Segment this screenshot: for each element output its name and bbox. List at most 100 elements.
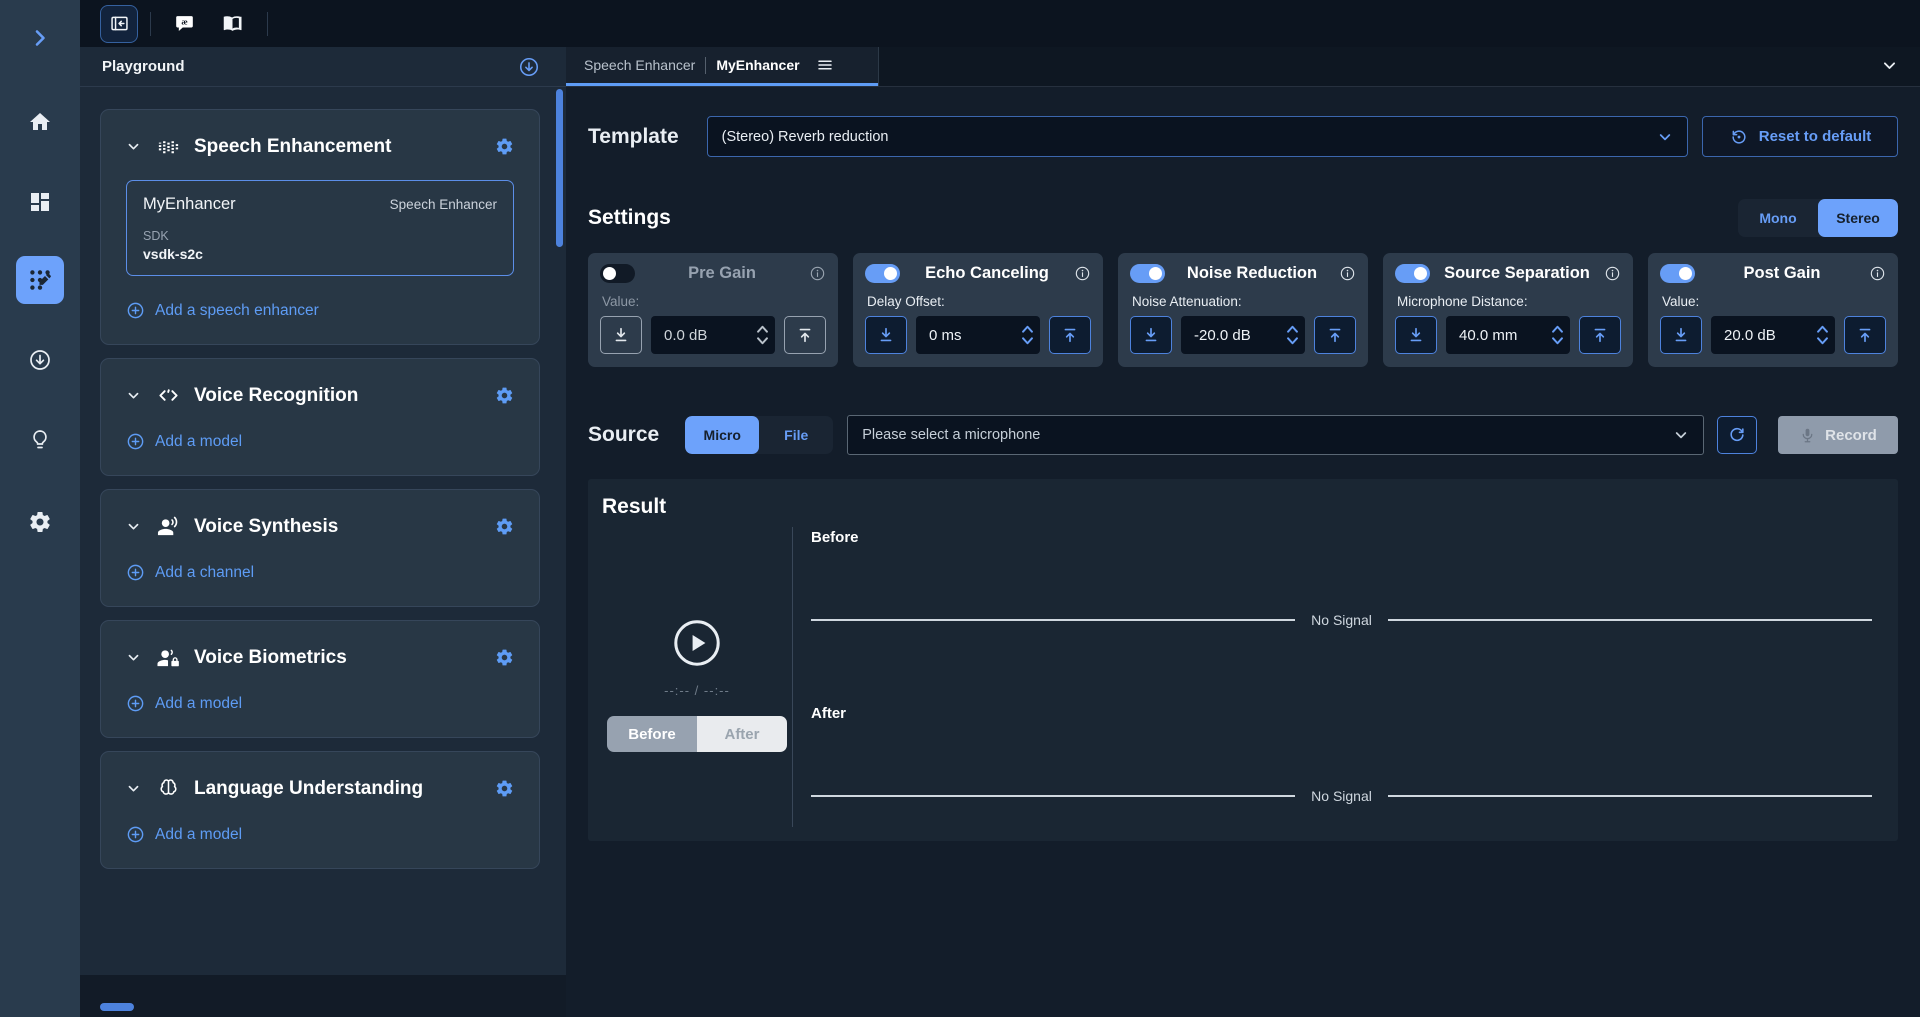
documentation-button[interactable] [213, 5, 251, 43]
noise-reduction-toggle[interactable] [1130, 264, 1165, 283]
add-model-button[interactable]: Add a model [126, 432, 242, 451]
micro-option[interactable]: Micro [685, 416, 759, 454]
gear-icon[interactable] [495, 779, 514, 798]
settings-header-row: Settings Mono Stereo [588, 199, 1898, 237]
chevron-down-icon[interactable] [126, 519, 141, 534]
source-separation-toggle[interactable] [1395, 264, 1430, 283]
section-header[interactable]: Voice Synthesis [126, 515, 514, 538]
info-icon[interactable] [1074, 265, 1091, 282]
before-option[interactable]: Before [607, 716, 697, 752]
chevron-up-icon[interactable] [1286, 325, 1299, 333]
chevron-down-icon[interactable] [756, 337, 769, 345]
set-min-button[interactable] [1130, 316, 1172, 354]
enhancer-type: Speech Enhancer [390, 197, 497, 212]
post-gain-value-input[interactable]: 20.0 dB [1711, 316, 1835, 354]
tab-menu-icon[interactable] [816, 56, 834, 74]
nav-playground-button[interactable] [16, 256, 64, 304]
chevron-down-icon[interactable] [1286, 337, 1299, 345]
tab-list-chevron-icon[interactable] [1881, 57, 1898, 74]
microphone-select[interactable]: Please select a microphone [847, 415, 1704, 455]
after-option[interactable]: After [697, 716, 787, 752]
value-stepper[interactable] [1816, 325, 1829, 345]
section-speech-enhancement: Speech Enhancement MyEnhancer Speech Enh… [100, 109, 540, 345]
set-min-button[interactable] [1660, 316, 1702, 354]
set-min-button[interactable] [865, 316, 907, 354]
record-button[interactable]: Record [1778, 416, 1898, 454]
gear-icon[interactable] [495, 517, 514, 536]
nav-dashboard-button[interactable] [0, 178, 80, 226]
chevron-up-icon[interactable] [756, 325, 769, 333]
add-speech-enhancer-button[interactable]: Add a speech enhancer [126, 301, 319, 320]
horizontal-scrollbar[interactable] [100, 1003, 134, 1011]
gear-icon[interactable] [495, 648, 514, 667]
chevron-up-icon[interactable] [1816, 325, 1829, 333]
reset-to-default-button[interactable]: Reset to default [1702, 116, 1898, 157]
section-header[interactable]: Language Understanding [126, 777, 514, 800]
expand-sidebar-button[interactable] [0, 14, 80, 62]
post-gain-toggle[interactable] [1660, 264, 1695, 283]
info-icon[interactable] [1869, 265, 1886, 282]
delay-offset-input[interactable]: 0 ms [916, 316, 1040, 354]
refresh-devices-button[interactable] [1717, 416, 1757, 454]
vertical-scrollbar[interactable] [556, 89, 563, 247]
microphone-distance-input[interactable]: 40.0 mm [1446, 316, 1570, 354]
value-stepper[interactable] [756, 325, 769, 345]
chevron-up-icon[interactable] [1021, 325, 1034, 333]
value-stepper[interactable] [1021, 325, 1034, 345]
value-stepper[interactable] [1551, 325, 1564, 345]
play-button[interactable] [673, 619, 721, 667]
add-model-button[interactable]: Add a model [126, 694, 242, 713]
add-model-button[interactable]: Add a model [126, 825, 242, 844]
pre-gain-toggle[interactable] [600, 264, 635, 283]
add-channel-button[interactable]: Add a channel [126, 563, 254, 582]
phonetics-button[interactable]: æ [165, 5, 203, 43]
set-max-button[interactable] [1049, 316, 1091, 354]
chevron-down-icon[interactable] [126, 650, 141, 665]
chevron-down-icon[interactable] [126, 139, 141, 154]
chevron-down-icon[interactable] [1021, 337, 1034, 345]
chevron-up-icon[interactable] [1551, 325, 1564, 333]
chevron-down-icon[interactable] [1551, 337, 1564, 345]
pre-gain-value-input[interactable]: 0.0 dB [651, 316, 775, 354]
set-max-button[interactable] [1314, 316, 1356, 354]
tab-myenhancer[interactable]: Speech Enhancer MyEnhancer [566, 47, 878, 86]
set-max-button[interactable] [1579, 316, 1621, 354]
tab-strip: Speech Enhancer MyEnhancer [566, 47, 1920, 87]
mono-option[interactable]: Mono [1738, 199, 1818, 237]
nav-home-button[interactable] [0, 98, 80, 146]
info-icon[interactable] [809, 265, 826, 282]
stereo-option[interactable]: Stereo [1818, 199, 1898, 237]
set-min-button[interactable] [1395, 316, 1437, 354]
chevron-down-icon[interactable] [126, 781, 141, 796]
gear-icon[interactable] [495, 386, 514, 405]
echo-canceling-toggle[interactable] [865, 264, 900, 283]
chevron-down-icon[interactable] [1816, 337, 1829, 345]
section-header[interactable]: Speech Enhancement [126, 135, 514, 158]
playground-header: Playground [80, 47, 566, 87]
nav-downloads-button[interactable] [0, 336, 80, 384]
noise-attenuation-input[interactable]: -20.0 dB [1181, 316, 1305, 354]
nav-settings-button[interactable] [0, 498, 80, 546]
info-icon[interactable] [1604, 265, 1621, 282]
set-max-button[interactable] [1844, 316, 1886, 354]
home-icon [28, 110, 52, 134]
track-label: After [811, 705, 1872, 722]
microphone-icon [1799, 427, 1816, 444]
section-header[interactable]: Voice Biometrics [126, 646, 514, 669]
chevron-down-icon[interactable] [126, 388, 141, 403]
arrow-down-to-line-icon [1671, 325, 1691, 345]
set-max-button[interactable] [784, 316, 826, 354]
template-select[interactable]: (Stereo) Reverb reduction [707, 116, 1688, 157]
export-download-icon[interactable] [518, 56, 540, 78]
value-stepper[interactable] [1286, 325, 1299, 345]
file-option[interactable]: File [759, 416, 833, 454]
nav-ideas-button[interactable] [0, 416, 80, 464]
set-min-button[interactable] [600, 316, 642, 354]
section-header[interactable]: Voice Recognition [126, 384, 514, 407]
collapse-panel-button[interactable] [100, 5, 138, 43]
enhancer-card-myenhancer[interactable]: MyEnhancer Speech Enhancer SDK vsdk-s2c [126, 180, 514, 276]
info-icon[interactable] [1339, 265, 1356, 282]
gear-icon[interactable] [495, 137, 514, 156]
section-title: Language Understanding [194, 778, 423, 800]
toolbar-divider [267, 12, 268, 36]
